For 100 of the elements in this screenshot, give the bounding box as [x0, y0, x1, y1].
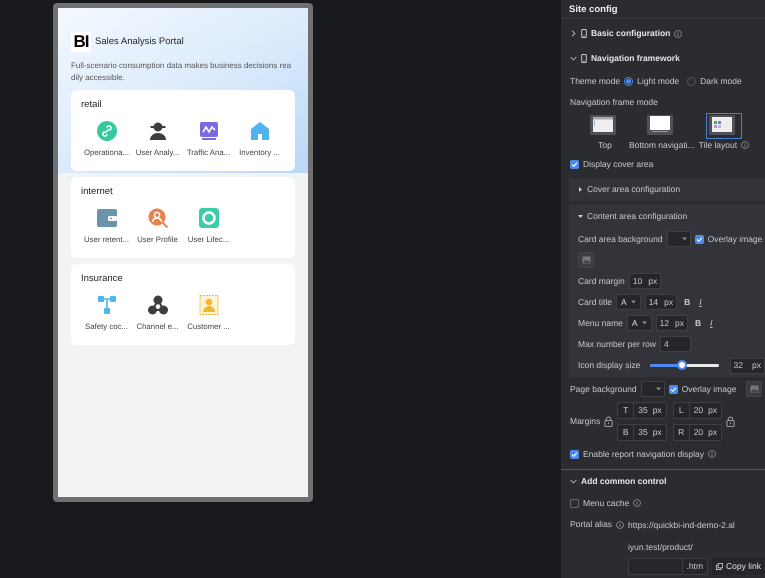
unit-label: px: [708, 404, 718, 418]
chevron-icon[interactable]: [570, 55, 577, 62]
field-label: Max number per row: [578, 338, 656, 351]
margin-field[interactable]: L 20 px: [672, 402, 722, 420]
user-search-icon[interactable]: [148, 208, 168, 228]
field-label: Page background: [570, 382, 637, 396]
radio-button[interactable]: [624, 77, 634, 86]
phone-icon: [581, 29, 587, 38]
caret-icon[interactable]: [578, 214, 583, 220]
image-icon: [582, 256, 590, 264]
caret-icon: [630, 300, 636, 304]
number-field[interactable]: 4: [660, 336, 691, 352]
lock-icon[interactable]: [604, 416, 614, 428]
unit-label: px: [752, 359, 761, 372]
slider-thumb[interactable]: [677, 360, 688, 370]
chevron-icon[interactable]: [570, 30, 577, 37]
field-value: 20: [694, 426, 704, 440]
caret-icon: [682, 237, 687, 242]
phone-icon: [581, 54, 587, 63]
image-button[interactable]: [746, 381, 762, 398]
color-picker[interactable]: [666, 231, 691, 248]
checkbox[interactable]: [570, 160, 579, 169]
logo: BI: [71, 32, 91, 52]
portal-title: Sales Analysis Portal: [95, 34, 184, 49]
side-label: R: [674, 425, 690, 440]
card-title: retail: [81, 98, 103, 112]
italic-toggle[interactable]: I: [710, 316, 713, 330]
field-value: 4: [664, 338, 669, 351]
number-field[interactable]: 10 px: [628, 273, 662, 290]
bold-toggle[interactable]: B: [695, 316, 702, 330]
collapsible-section[interactable]: Cover area configuration: [569, 178, 765, 201]
tile-layout-icon: [706, 113, 742, 139]
field-label: Icon display size: [578, 359, 640, 372]
field-label: Card area background: [578, 232, 663, 246]
checkbox[interactable]: [694, 234, 704, 244]
field-label: Card title: [578, 296, 612, 309]
nodes-icon[interactable]: [148, 295, 168, 316]
caret-icon[interactable]: [578, 187, 583, 192]
checkbox-label[interactable]: Enable report navigation display: [583, 448, 704, 461]
checkbox[interactable]: [668, 384, 678, 394]
number-field[interactable]: 14 px: [644, 294, 678, 310]
unit-label: px: [652, 404, 662, 418]
side-label: B: [618, 425, 634, 440]
checkbox[interactable]: [570, 498, 579, 508]
section-header[interactable]: Navigation framework: [591, 52, 680, 65]
alias-field[interactable]: .htm: [628, 558, 708, 575]
margin-field[interactable]: B 35 px: [617, 424, 667, 442]
section-header[interactable]: Basic configuration: [591, 27, 670, 40]
field-value: 35: [638, 404, 648, 418]
margin-field[interactable]: R 20 px: [672, 424, 722, 442]
info-icon: [741, 141, 750, 150]
font-letter: A: [621, 296, 627, 309]
field-label: Navigation frame mode: [570, 96, 658, 109]
section-label: Cover area configuration: [587, 183, 680, 196]
layout-label: Top: [598, 139, 612, 152]
chart-icon[interactable]: [198, 121, 218, 142]
bold-toggle[interactable]: B: [684, 296, 690, 309]
image-icon: [750, 385, 759, 394]
info-icon: [616, 520, 624, 529]
checkbox-label[interactable]: Display cover area: [583, 158, 654, 171]
wallet-icon[interactable]: [96, 208, 116, 228]
field-label: Margins: [570, 415, 600, 428]
unit-label: px: [652, 426, 662, 440]
field-value: 10: [632, 274, 642, 288]
font-color-select[interactable]: A: [616, 294, 641, 310]
checkbox-label[interactable]: Overlay image: [682, 382, 736, 396]
copy-icon: [716, 562, 724, 570]
field-value: 20: [694, 404, 704, 418]
image-button[interactable]: [578, 252, 594, 268]
radio-label[interactable]: Dark mode: [700, 75, 742, 88]
field-value: 32: [734, 359, 744, 372]
layout-option[interactable]: Bottom navigati...: [629, 113, 695, 152]
copy-link-button[interactable]: Copy link: [712, 558, 765, 575]
unit-label: px: [664, 296, 674, 309]
layout-option[interactable]: Tile layout: [698, 113, 750, 152]
section-label[interactable]: Content area configuration: [587, 210, 688, 224]
chevron-icon[interactable]: [570, 478, 577, 485]
checkbox-label[interactable]: Overlay image: [708, 232, 762, 246]
checkbox[interactable]: [570, 450, 579, 459]
side-label: L: [674, 403, 690, 418]
number-field[interactable]: 12 px: [656, 315, 688, 332]
field-value: 35: [638, 426, 648, 440]
margin-field[interactable]: T 35 px: [617, 402, 667, 420]
field-label: Card margin: [578, 274, 625, 288]
radio-label[interactable]: Light mode: [637, 75, 680, 88]
color-picker[interactable]: [640, 381, 665, 398]
italic-toggle[interactable]: I: [699, 296, 702, 309]
lock-icon[interactable]: [726, 416, 736, 428]
number-field[interactable]: 32 px: [730, 358, 765, 374]
section-header[interactable]: Add common control: [581, 474, 666, 488]
layout-option[interactable]: Top: [585, 113, 625, 152]
url-text: https://quickbi-ind-demo-2.aliyun.test/product/: [628, 518, 736, 554]
user-icon[interactable]: [148, 121, 168, 142]
caret-icon: [656, 387, 661, 392]
unit-label: px: [708, 426, 718, 440]
checkbox-label[interactable]: Menu cache: [583, 496, 630, 510]
radio-button[interactable]: [687, 77, 696, 86]
panel-title: Site config: [561, 0, 765, 19]
font-color-select[interactable]: A: [626, 315, 652, 332]
info-icon: [708, 450, 716, 458]
